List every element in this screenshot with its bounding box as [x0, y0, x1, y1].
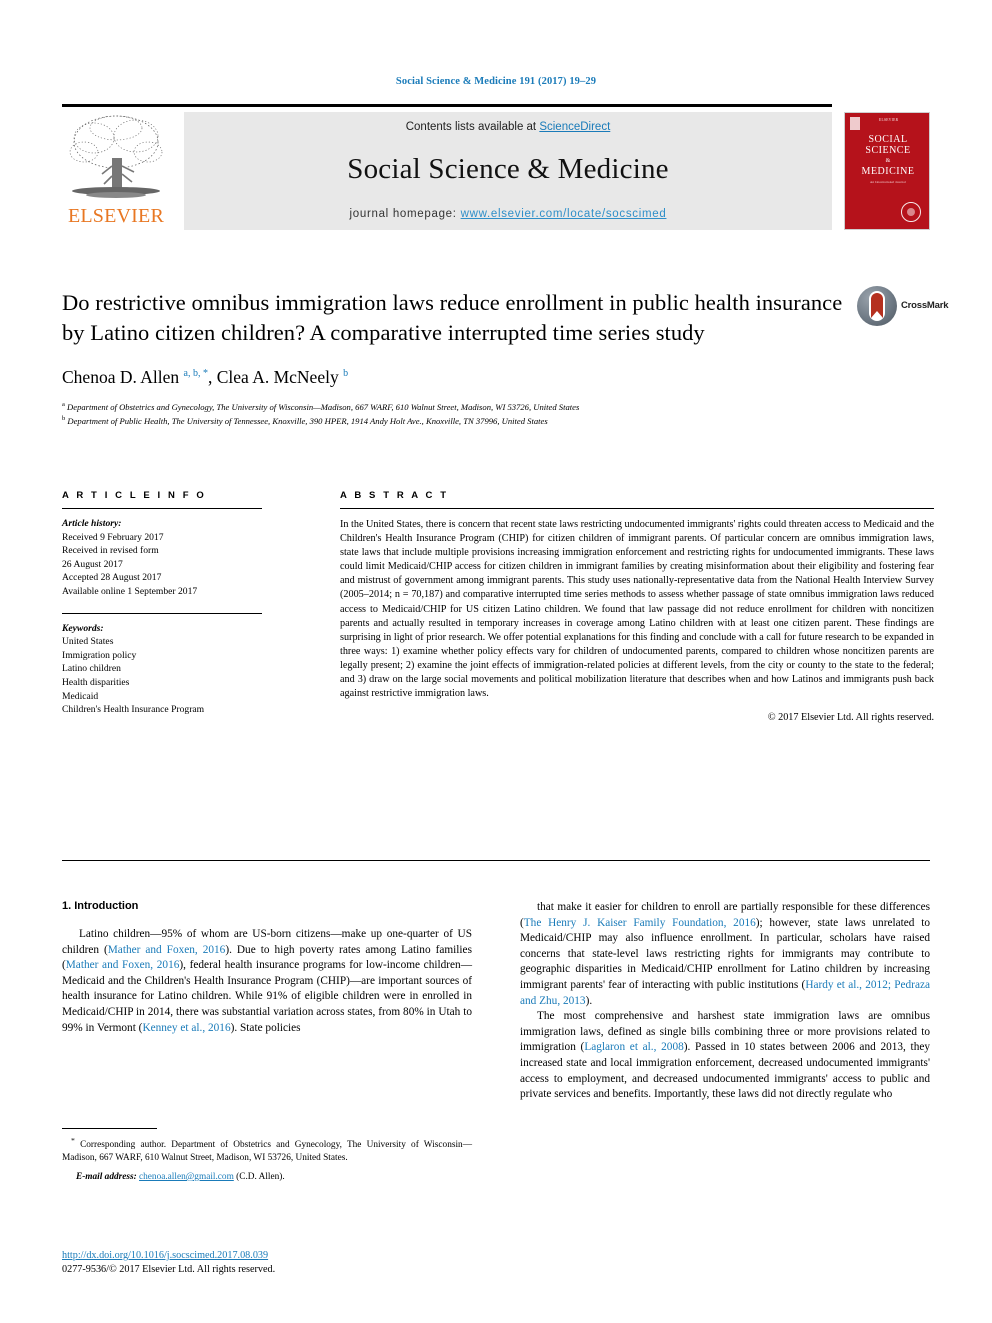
running-head: Social Science & Medicine 191 (2017) 19–… [395, 76, 597, 87]
colophon: http://dx.doi.org/10.1016/j.socscimed.20… [62, 1245, 492, 1277]
history-item: Available online 1 September 2017 [62, 585, 198, 597]
article-history-label: Article history: [62, 518, 122, 529]
keywords-block: Keywords: United States Immigration poli… [62, 622, 262, 717]
history-item: Received in revised form [62, 545, 159, 557]
cover-subtitle: An International Journal [870, 180, 906, 184]
article-info-rule [62, 508, 262, 509]
keywords-rule [62, 612, 262, 614]
crossmark-label: CrossMark [901, 300, 949, 311]
cover-elsevier-mark [850, 117, 860, 130]
keyword-item: United States [62, 636, 114, 648]
affiliation-a-marker: a [62, 401, 65, 408]
abstract-rule [340, 508, 934, 509]
elsevier-tree-icon [64, 112, 168, 204]
sciencedirect-link[interactable]: ScienceDirect [539, 121, 610, 133]
article-info-column: A R T I C L E I N F O Article history: R… [62, 490, 262, 717]
homepage-prefix: journal homepage: [349, 208, 461, 220]
history-item: Accepted 28 August 2017 [62, 572, 162, 584]
cover-title-line2: SCIENCE [865, 144, 911, 156]
body-column-left: 1. Introduction Latino children—95% of w… [62, 900, 472, 1036]
email-label: E-mail address: [76, 1171, 137, 1182]
affiliation-b-marker: b [62, 415, 66, 423]
section-heading-introduction: 1. Introduction [62, 900, 139, 912]
body-separator-rule [62, 860, 930, 861]
keywords-label: Keywords: [62, 622, 104, 634]
abstract-column: A B S T R A C T In the United States, th… [340, 490, 934, 723]
doi-link[interactable]: http://dx.doi.org/10.1016/j.socscimed.20… [62, 1250, 268, 1261]
author-list: Chenoa D. Allen a, b, *, Clea A. McNeely… [62, 367, 349, 387]
affiliation-a: a Department of Obstetrics and Gynecolog… [62, 399, 852, 413]
journal-masthead: ELSEVIER Contents lists available at Sci… [62, 104, 930, 230]
cover-title-line3: MEDICINE [861, 165, 915, 177]
elsevier-logo: ELSEVIER [62, 112, 170, 230]
cover-title: SOCIAL SCIENCE & MEDICINE [845, 134, 929, 177]
paper-page: Social Science & Medicine 191 (2017) 19–… [0, 0, 992, 1323]
keyword-item: Immigration policy [62, 649, 137, 661]
affiliation-a-text: Department of Obstetrics and Gynecology,… [67, 401, 580, 412]
keyword-item: Children's Health Insurance Program [62, 704, 205, 716]
crossmark-icon-bookmark [871, 293, 883, 318]
article-history: Article history: Received 9 February 201… [62, 517, 262, 599]
intro-paragraph-left-1: Latino children—95% of whom are US-born … [62, 928, 472, 1034]
masthead-panel: Contents lists available at ScienceDirec… [184, 112, 832, 230]
affiliation-b-text: Department of Public Health, The Univers… [67, 416, 548, 427]
corresponding-author-footnote: * Corresponding author. Department of Ob… [62, 1128, 472, 1183]
issn-copyright: 0277-9536/© 2017 Elsevier Ltd. All right… [62, 1264, 276, 1275]
page-title: Do restrictive omnibus immigration laws … [62, 290, 843, 345]
cover-title-amp: & [885, 158, 891, 164]
journal-title: Social Science & Medicine [347, 153, 669, 185]
email-line: E-mail address: chenoa.allen@gmail.com (… [62, 1171, 472, 1183]
email-suffix: (C.D. Allen). [236, 1171, 285, 1182]
journal-cover-thumbnail[interactable]: ELSEVIER SOCIAL SCIENCE & MEDICINE An In… [844, 112, 930, 230]
body-column-right: that make it easier for children to enro… [520, 900, 930, 1103]
corresponding-author-text: * Corresponding author. Department of Ob… [62, 1136, 472, 1163]
masthead-top-rule [62, 104, 832, 107]
keyword-item: Latino children [62, 663, 121, 675]
crossmark-badge[interactable]: CrossMark [857, 286, 949, 328]
email-link[interactable]: chenoa.allen@gmail.com [139, 1172, 234, 1182]
intro-paragraph-right-2: The most comprehensive and harshest stat… [520, 1010, 931, 1101]
abstract-text: In the United States, there is concern t… [340, 519, 934, 700]
history-item: 26 August 2017 [62, 558, 123, 570]
footnote-rule [62, 1128, 157, 1129]
affiliation-list: a Department of Obstetrics and Gynecolog… [62, 399, 852, 428]
abstract-copyright: © 2017 Elsevier Ltd. All rights reserved… [767, 712, 934, 724]
journal-homepage-link[interactable]: www.elsevier.com/locate/socscimed [461, 208, 667, 220]
keyword-item: Medicaid [62, 690, 99, 702]
contents-prefix: Contents lists available at [405, 121, 540, 133]
keyword-item: Health disparities [62, 676, 130, 688]
history-item: Received 9 February 2017 [62, 531, 164, 543]
journal-homepage-line: journal homepage: www.elsevier.com/locat… [184, 208, 832, 220]
contents-line: Contents lists available at ScienceDirec… [184, 121, 832, 133]
affiliation-b: b Department of Public Health, The Unive… [62, 413, 852, 427]
intro-paragraph-right-1: that make it easier for children to enro… [520, 901, 930, 1007]
abstract-heading: A B S T R A C T [340, 490, 449, 501]
article-info-heading: A R T I C L E I N F O [62, 490, 207, 501]
cover-title-line1: SOCIAL [868, 134, 908, 145]
crossmark-icon [857, 286, 897, 326]
cover-seal-icon [901, 202, 921, 222]
elsevier-wordmark: ELSEVIER [67, 205, 165, 227]
title-block: Do restrictive omnibus immigration laws … [62, 288, 852, 428]
cover-top-word: ELSEVIER [879, 118, 899, 122]
